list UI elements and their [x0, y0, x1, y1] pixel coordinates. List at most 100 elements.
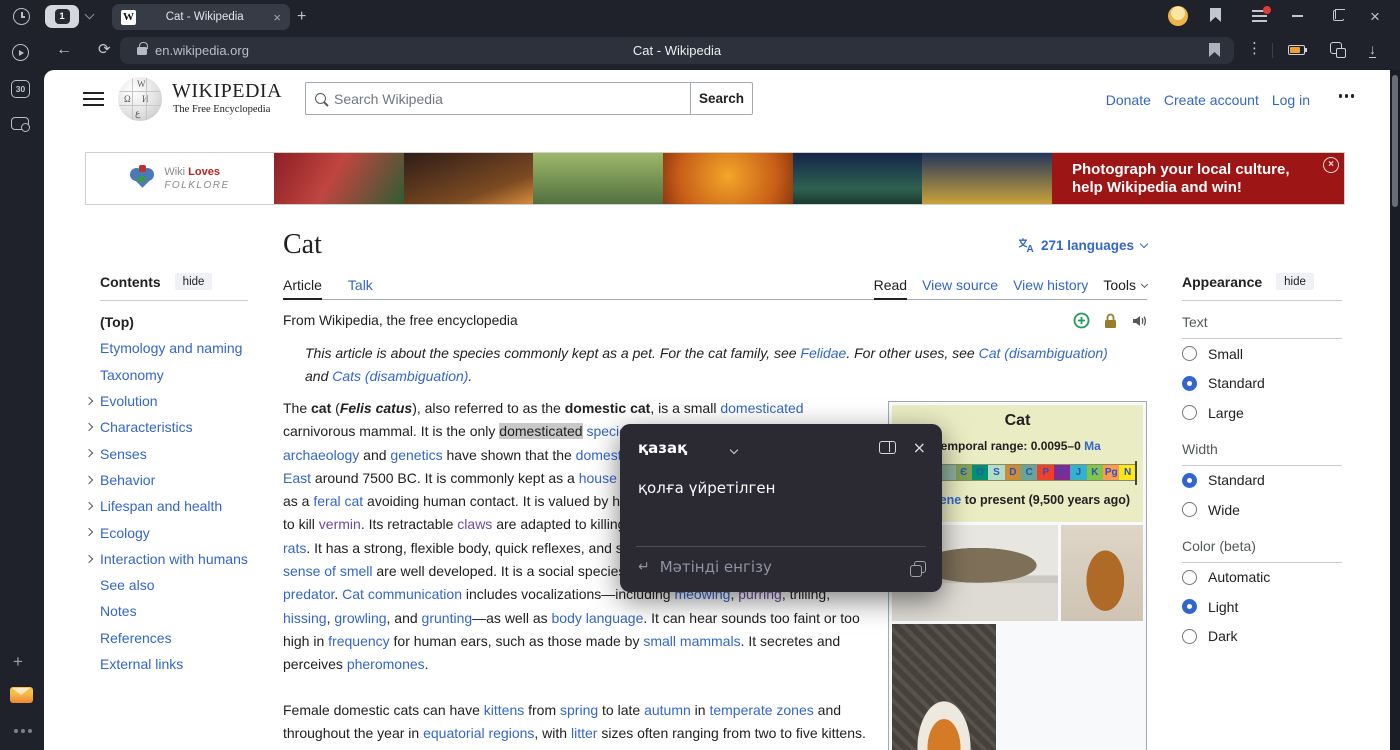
tab-container-icon[interactable] — [1330, 42, 1342, 54]
toc-link[interactable]: Characteristics — [100, 419, 193, 435]
main-menu-hamburger-icon[interactable] — [83, 92, 104, 106]
expand-chevron-icon[interactable] — [85, 476, 93, 484]
wiki-link[interactable]: litter — [571, 725, 597, 741]
radio-option[interactable]: Standard — [1182, 466, 1357, 496]
copy-icon[interactable] — [914, 561, 926, 573]
radio-option[interactable]: Large — [1182, 398, 1357, 428]
wiki-link[interactable]: Cats (disambiguation) — [332, 368, 468, 384]
toc-item[interactable]: Notes — [85, 598, 293, 624]
wiki-link[interactable]: claws — [457, 516, 492, 532]
wiki-link[interactable]: small mammals — [643, 633, 740, 649]
wiki-link[interactable]: genetics — [390, 447, 442, 463]
geo-period-P[interactable]: P — [1037, 465, 1053, 480]
radio-button[interactable] — [1182, 376, 1197, 391]
history-clock-icon[interactable] — [13, 8, 30, 25]
toc-link[interactable]: Etymology and naming — [100, 340, 242, 356]
toc-item[interactable]: Ecology — [85, 519, 293, 545]
languages-count[interactable]: 271 languages — [1041, 238, 1134, 253]
header-link[interactable]: Log in — [1272, 92, 1310, 108]
tab-close-icon[interactable]: × — [273, 10, 281, 25]
page-protection-lock-icon[interactable] — [1103, 312, 1118, 329]
new-tab-button[interactable]: + — [297, 9, 306, 25]
toc-link[interactable]: Evolution — [100, 393, 158, 409]
toc-link[interactable]: Notes — [100, 603, 137, 619]
toc-link[interactable]: Taxonomy — [100, 367, 164, 383]
search-box[interactable]: Search — [305, 82, 753, 115]
banner-logo[interactable]: Wiki Loves FOLKLORE — [86, 153, 274, 204]
toc-link[interactable]: See also — [100, 577, 154, 593]
expand-chevron-icon[interactable] — [85, 423, 93, 431]
wiki-link[interactable]: pheromones — [347, 656, 425, 672]
wiki-link[interactable]: feral cat — [313, 493, 363, 509]
article-tab[interactable]: Article — [283, 271, 322, 300]
browser-tab[interactable]: W Cat - Wikipedia × — [112, 4, 290, 30]
workspace-chevron-icon[interactable] — [85, 10, 95, 20]
page-actions-kebab-icon[interactable]: ⋮ — [1247, 41, 1262, 56]
mail-icon[interactable] — [10, 687, 33, 703]
wiki-link[interactable]: archaeology — [283, 447, 359, 463]
wiki-link[interactable]: rats — [283, 540, 306, 556]
geo-period-Є[interactable]: Є — [956, 465, 972, 480]
search-input[interactable] — [334, 91, 681, 107]
expand-chevron-icon[interactable] — [85, 528, 93, 536]
media-play-icon[interactable] — [12, 44, 29, 61]
wiki-link[interactable]: domesticated — [720, 400, 803, 416]
wiki-link[interactable]: Felidae — [800, 345, 846, 361]
more-options-dots-icon[interactable] — [14, 729, 18, 733]
profile-avatar[interactable] — [1168, 6, 1188, 26]
geo-period-Pg[interactable]: Pg — [1103, 465, 1119, 480]
toc-item[interactable]: (Top) — [85, 309, 293, 335]
radio-button[interactable] — [1182, 570, 1197, 585]
geo-period-C[interactable]: C — [1021, 465, 1037, 480]
search-field[interactable] — [305, 82, 691, 115]
translation-input-placeholder[interactable]: Мәтінді енгізу — [660, 558, 772, 576]
toc-item[interactable]: Etymology and naming — [85, 335, 293, 361]
expand-chevron-icon[interactable] — [85, 397, 93, 405]
radio-button[interactable] — [1182, 629, 1197, 644]
appearance-hide-button[interactable]: hide — [1276, 273, 1314, 290]
toc-link[interactable]: (Top) — [100, 314, 134, 330]
downloads-button[interactable]: ↓ — [1369, 42, 1376, 58]
wiki-link[interactable]: vermin — [319, 516, 361, 532]
wiki-link[interactable]: hissing — [283, 610, 327, 626]
geo-period-J[interactable]: J — [1070, 465, 1086, 480]
url-bar[interactable]: en.wikipedia.org Cat - Wikipedia — [120, 37, 1234, 64]
toc-link[interactable]: References — [100, 630, 172, 646]
toc-link[interactable]: Behavior — [100, 472, 155, 488]
expand-chevron-icon[interactable] — [85, 449, 93, 457]
toc-link[interactable]: Ecology — [100, 525, 150, 541]
wikipedia-wordmark[interactable]: WIKIPEDIA — [172, 80, 282, 103]
wiki-link[interactable]: Cat communication — [342, 586, 462, 602]
reload-button[interactable]: ⟳ — [98, 42, 111, 57]
wiki-link[interactable]: spring — [560, 702, 598, 718]
expand-chevron-icon[interactable] — [85, 502, 93, 510]
radio-option[interactable]: Wide — [1182, 495, 1357, 525]
window-restore-button[interactable] — [1333, 10, 1344, 21]
banner-close-icon[interactable]: × — [1323, 157, 1339, 173]
temporal-unit-link[interactable]: Ma — [1084, 439, 1101, 453]
wiki-link[interactable]: growling — [334, 610, 386, 626]
toc-link[interactable]: Interaction with humans — [100, 551, 248, 567]
calendar-icon[interactable]: 30 — [11, 80, 30, 98]
header-more-dots-icon[interactable] — [1339, 94, 1343, 98]
geo-period-K[interactable]: K — [1087, 465, 1103, 480]
geo-period-N[interactable]: N — [1119, 465, 1135, 480]
geo-period-T[interactable]: T — [1054, 465, 1070, 480]
radio-option[interactable]: Standard — [1182, 369, 1357, 399]
wikipedia-globe-logo[interactable]: WΩИع — [118, 77, 162, 121]
geo-period-O[interactable]: O — [972, 465, 988, 480]
radio-button[interactable] — [1182, 599, 1197, 614]
article-tab[interactable]: Tools — [1103, 271, 1147, 299]
toc-item[interactable]: Interaction with humans — [85, 546, 293, 572]
extension-battery-icon[interactable] — [1288, 45, 1305, 55]
popup-close-icon[interactable]: × — [913, 440, 926, 456]
wiki-link[interactable]: Cat (disambiguation) — [979, 345, 1108, 361]
bookmark-page-icon[interactable] — [1209, 43, 1220, 62]
toc-link[interactable]: Senses — [100, 446, 147, 462]
radio-option[interactable]: Light — [1182, 592, 1357, 622]
radio-option[interactable]: Dark — [1182, 622, 1357, 652]
screenshot-icon[interactable] — [11, 117, 29, 130]
listen-speaker-icon[interactable] — [1131, 313, 1147, 329]
wiki-link[interactable]: autumn — [644, 702, 691, 718]
header-link[interactable]: Create account — [1164, 92, 1259, 108]
